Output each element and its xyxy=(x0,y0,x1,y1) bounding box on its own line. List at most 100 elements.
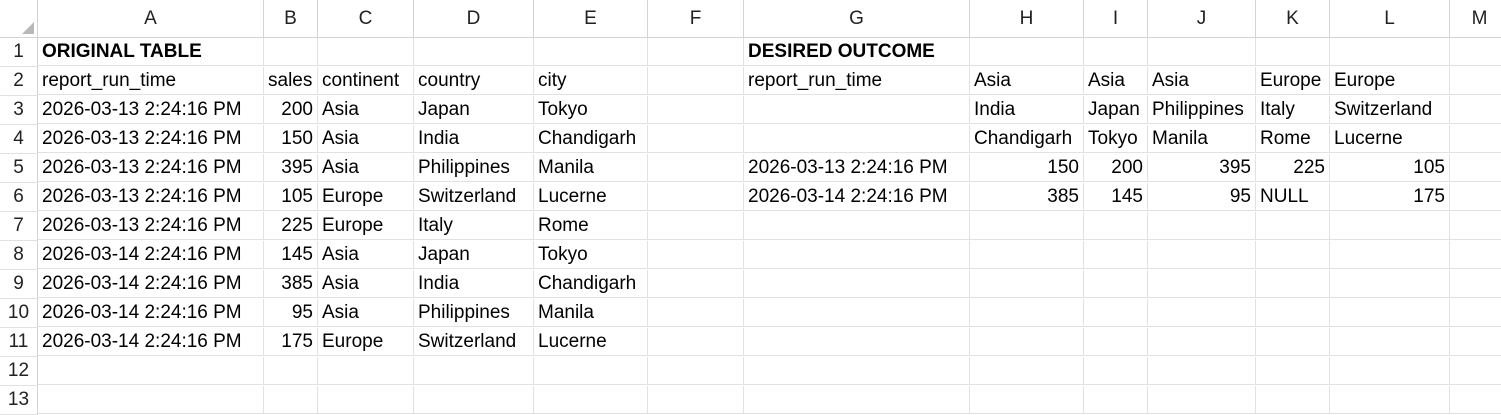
cell-d7[interactable]: Italy xyxy=(414,212,534,240)
cell-e7[interactable]: Rome xyxy=(534,212,648,240)
cell-f4[interactable] xyxy=(648,125,744,153)
column-header-k[interactable]: K xyxy=(1256,0,1330,38)
row-header-6[interactable]: 6 xyxy=(0,183,38,212)
column-header-f[interactable]: F xyxy=(648,0,744,38)
cell-h3[interactable]: India xyxy=(970,96,1084,124)
cell-d10[interactable]: Philippines xyxy=(414,299,534,327)
cell-h13[interactable] xyxy=(970,386,1084,414)
cell-i1[interactable] xyxy=(1084,38,1148,66)
cell-i12[interactable] xyxy=(1084,357,1148,385)
row-header-4[interactable]: 4 xyxy=(0,125,38,154)
cell-j11[interactable] xyxy=(1148,328,1256,356)
cell-c9[interactable]: Asia xyxy=(318,270,414,298)
cell-h1[interactable] xyxy=(970,38,1084,66)
cell-k9[interactable] xyxy=(1256,270,1330,298)
cell-g1[interactable]: DESIRED OUTCOME xyxy=(744,38,970,66)
column-header-g[interactable]: G xyxy=(744,0,970,38)
row-header-11[interactable]: 11 xyxy=(0,328,38,357)
cell-f8[interactable] xyxy=(648,241,744,269)
cell-j12[interactable] xyxy=(1148,357,1256,385)
cell-b12[interactable] xyxy=(264,357,318,385)
cell-d3[interactable]: Japan xyxy=(414,96,534,124)
row-header-5[interactable]: 5 xyxy=(0,154,38,183)
row-header-3[interactable]: 3 xyxy=(0,96,38,125)
cell-m11[interactable] xyxy=(1450,328,1501,356)
cell-m6[interactable] xyxy=(1450,183,1501,211)
cell-j6[interactable]: 95 xyxy=(1148,183,1256,211)
cell-d11[interactable]: Switzerland xyxy=(414,328,534,356)
cell-c6[interactable]: Europe xyxy=(318,183,414,211)
cell-f6[interactable] xyxy=(648,183,744,211)
cell-e4[interactable]: Chandigarh xyxy=(534,125,648,153)
cell-k12[interactable] xyxy=(1256,357,1330,385)
cell-b4[interactable]: 150 xyxy=(264,125,318,153)
column-header-d[interactable]: D xyxy=(414,0,534,38)
cell-i5[interactable]: 200 xyxy=(1084,154,1148,182)
cell-m8[interactable] xyxy=(1450,241,1501,269)
cell-i7[interactable] xyxy=(1084,212,1148,240)
cell-m9[interactable] xyxy=(1450,270,1501,298)
cell-h8[interactable] xyxy=(970,241,1084,269)
cell-i8[interactable] xyxy=(1084,241,1148,269)
cell-h2[interactable]: Asia xyxy=(970,67,1084,95)
cell-g10[interactable] xyxy=(744,299,970,327)
cell-g13[interactable] xyxy=(744,386,970,414)
cell-i10[interactable] xyxy=(1084,299,1148,327)
cell-d9[interactable]: India xyxy=(414,270,534,298)
cell-m1[interactable] xyxy=(1450,38,1501,66)
cell-d6[interactable]: Switzerland xyxy=(414,183,534,211)
cell-i2[interactable]: Asia xyxy=(1084,67,1148,95)
column-header-e[interactable]: E xyxy=(534,0,648,38)
cell-k11[interactable] xyxy=(1256,328,1330,356)
cell-l12[interactable] xyxy=(1330,357,1450,385)
cell-e1[interactable] xyxy=(534,38,648,66)
cell-m13[interactable] xyxy=(1450,386,1501,414)
cell-l4[interactable]: Lucerne xyxy=(1330,125,1450,153)
cell-l13[interactable] xyxy=(1330,386,1450,414)
cell-d1[interactable] xyxy=(414,38,534,66)
cell-e12[interactable] xyxy=(534,357,648,385)
cell-m7[interactable] xyxy=(1450,212,1501,240)
cell-j2[interactable]: Asia xyxy=(1148,67,1256,95)
cell-h11[interactable] xyxy=(970,328,1084,356)
cell-k4[interactable]: Rome xyxy=(1256,125,1330,153)
cell-c3[interactable]: Asia xyxy=(318,96,414,124)
column-header-m[interactable]: M xyxy=(1450,0,1501,38)
cell-h6[interactable]: 385 xyxy=(970,183,1084,211)
cell-e6[interactable]: Lucerne xyxy=(534,183,648,211)
cell-h5[interactable]: 150 xyxy=(970,154,1084,182)
cell-c11[interactable]: Europe xyxy=(318,328,414,356)
cell-b13[interactable] xyxy=(264,386,318,414)
cell-i13[interactable] xyxy=(1084,386,1148,414)
cell-h7[interactable] xyxy=(970,212,1084,240)
cell-d5[interactable]: Philippines xyxy=(414,154,534,182)
cell-l7[interactable] xyxy=(1330,212,1450,240)
column-header-h[interactable]: H xyxy=(970,0,1084,38)
cell-d13[interactable] xyxy=(414,386,534,414)
row-header-10[interactable]: 10 xyxy=(0,299,38,328)
cell-l3[interactable]: Switzerland xyxy=(1330,96,1450,124)
cell-b6[interactable]: 105 xyxy=(264,183,318,211)
cell-j13[interactable] xyxy=(1148,386,1256,414)
cell-a12[interactable] xyxy=(38,357,264,385)
cell-b2[interactable]: sales xyxy=(264,67,318,95)
cell-b10[interactable]: 95 xyxy=(264,299,318,327)
cell-l1[interactable] xyxy=(1330,38,1450,66)
cell-l6[interactable]: 175 xyxy=(1330,183,1450,211)
cell-e9[interactable]: Chandigarh xyxy=(534,270,648,298)
cell-g2[interactable]: report_run_time xyxy=(744,67,970,95)
cell-b8[interactable]: 145 xyxy=(264,241,318,269)
cell-b3[interactable]: 200 xyxy=(264,96,318,124)
cell-l2[interactable]: Europe xyxy=(1330,67,1450,95)
cell-d12[interactable] xyxy=(414,357,534,385)
cell-c8[interactable]: Asia xyxy=(318,241,414,269)
cell-f13[interactable] xyxy=(648,386,744,414)
cell-k10[interactable] xyxy=(1256,299,1330,327)
cell-g6[interactable]: 2026-03-14 2:24:16 PM xyxy=(744,183,970,211)
cell-l10[interactable] xyxy=(1330,299,1450,327)
cell-g7[interactable] xyxy=(744,212,970,240)
cell-l11[interactable] xyxy=(1330,328,1450,356)
cell-k3[interactable]: Italy xyxy=(1256,96,1330,124)
cell-a2[interactable]: report_run_time xyxy=(38,67,264,95)
cell-d8[interactable]: Japan xyxy=(414,241,534,269)
